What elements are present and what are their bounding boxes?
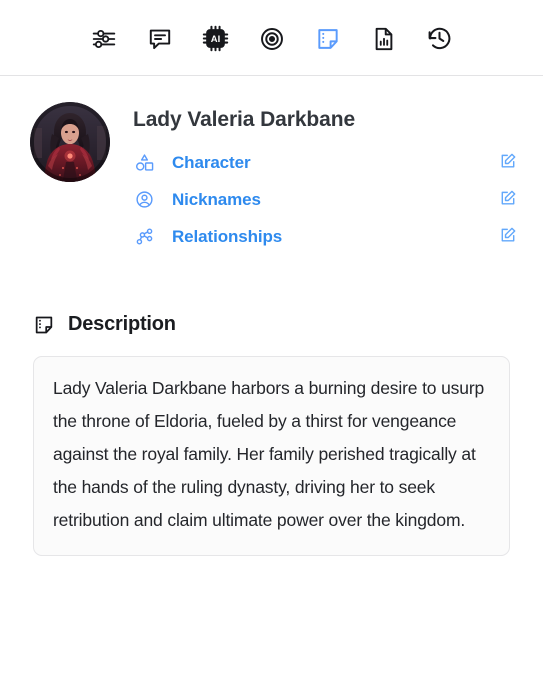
edit-square-icon-button-nicknames[interactable] [497,189,519,211]
shapes-icon [133,153,155,172]
edit-square-icon-button-character[interactable] [497,152,519,174]
attribute-row-relationships: Relationships [133,218,519,255]
sticky-note-icon [315,26,341,52]
document-chart-icon [371,26,397,52]
toolbar: AI [0,0,543,76]
entity-detail-panel: AI Lady Valeria Darkbane Character Nickn… [0,0,543,680]
section-title: Description [68,313,176,335]
attribute-link-relationships[interactable]: Relationships [155,227,497,247]
edit-square-icon [499,152,517,173]
network-nodes-icon [133,227,155,246]
attribute-row-nicknames: Nicknames [133,181,519,218]
target-icon [259,26,285,52]
sticky-note-icon-button[interactable] [311,22,345,56]
ai-chip-icon: AI [202,25,229,52]
edit-square-icon-button-relationships[interactable] [497,226,519,248]
target-icon-button[interactable] [255,22,289,56]
chat-bubble-icon [147,26,173,52]
edit-square-icon [499,226,517,247]
edit-square-icon [499,189,517,210]
sticky-note-icon [33,314,55,336]
history-icon [426,25,453,52]
entity-header: Lady Valeria Darkbane Character Nickname… [0,76,543,255]
attribute-link-character[interactable]: Character [155,153,497,173]
sliders-icon-button[interactable] [87,22,121,56]
description-header: Description [33,313,510,336]
sliders-icon [91,26,117,52]
entity-body: Lady Valeria Darkbane Character Nickname… [110,102,519,255]
page-title: Lady Valeria Darkbane [133,108,356,131]
description-section: Description Lady Valeria Darkbane harbor… [0,313,543,556]
history-icon-button[interactable] [423,22,457,56]
user-circle-icon [133,190,155,209]
svg-text:AI: AI [211,34,220,45]
attribute-link-nicknames[interactable]: Nicknames [155,190,497,210]
ai-chip-icon-button[interactable]: AI [199,22,233,56]
description-text: Lady Valeria Darkbane harbors a burning … [53,378,485,530]
avatar [30,102,110,182]
attribute-row-character: Character [133,144,519,181]
description-box: Lady Valeria Darkbane harbors a burning … [33,356,510,556]
document-chart-icon-button[interactable] [367,22,401,56]
chat-bubble-icon-button[interactable] [143,22,177,56]
